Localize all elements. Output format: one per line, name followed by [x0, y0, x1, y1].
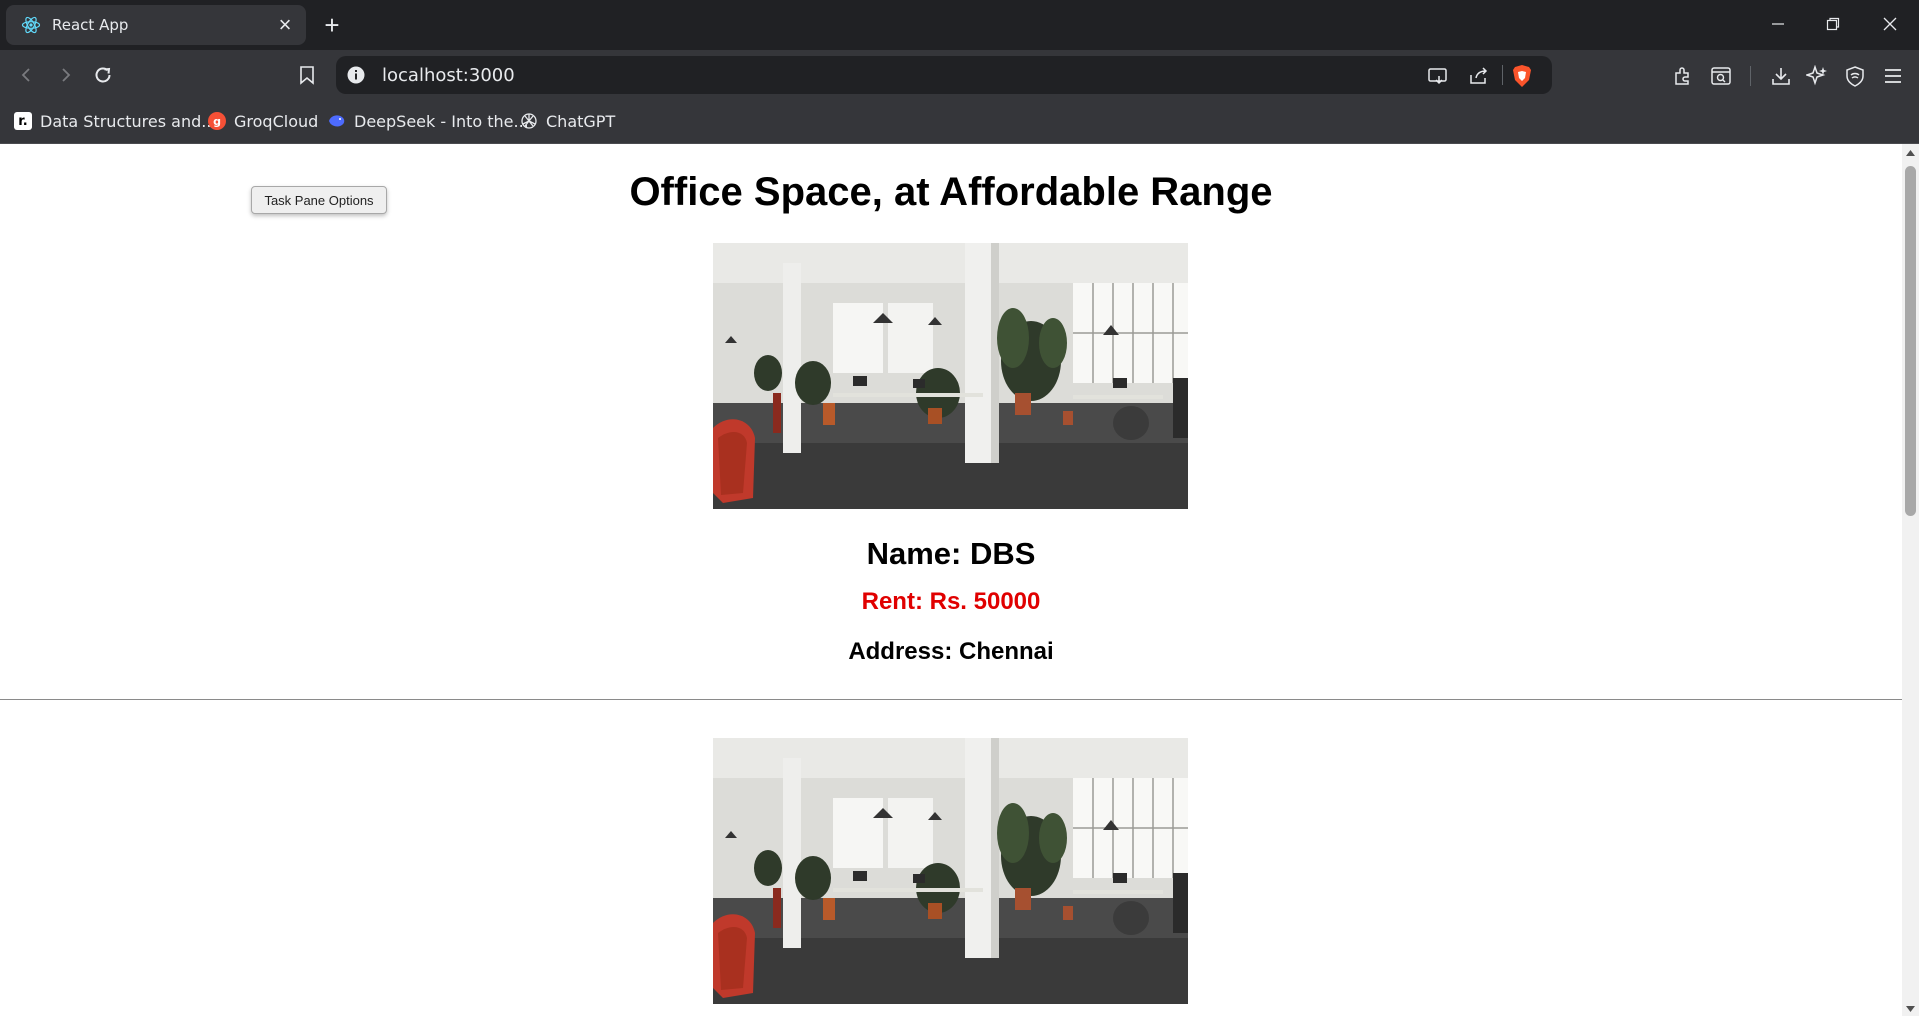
office-divider — [0, 699, 1902, 700]
office-address: Address: Chennai — [848, 638, 1054, 665]
scroll-up-arrow-icon[interactable] — [1902, 146, 1919, 160]
bookmark-label: ChatGPT — [546, 111, 616, 131]
close-tab-icon[interactable]: × — [272, 12, 298, 38]
bookmark-label: GroqCloud — [234, 111, 319, 131]
scrollbar-thumb[interactable] — [1905, 166, 1916, 516]
vertical-scrollbar[interactable] — [1902, 144, 1919, 1016]
share-icon[interactable] — [1467, 64, 1491, 88]
scroll-down-arrow-icon[interactable] — [1902, 1002, 1919, 1016]
toolbar-separator — [1750, 66, 1751, 86]
new-tab-button[interactable]: + — [318, 12, 346, 40]
browser-tab[interactable]: React App × — [6, 5, 306, 45]
office-image — [713, 738, 1188, 1004]
address-bar[interactable]: localhost:3000 — [336, 56, 1552, 94]
site-info-icon[interactable] — [346, 65, 366, 85]
office-rent: Rent: Rs. 50000 — [861, 588, 1041, 615]
page-title: Office Space, at Affordable Range — [629, 170, 1273, 214]
r-logo-icon: r. — [14, 112, 32, 130]
restore-icon[interactable] — [1815, 8, 1851, 40]
bookmark-item[interactable]: g GroqCloud — [208, 108, 318, 134]
sidebar-search-icon[interactable] — [1708, 63, 1734, 89]
extensions-icon[interactable] — [1670, 63, 1696, 89]
bookmark-icon[interactable] — [292, 60, 322, 90]
forward-icon[interactable] — [50, 60, 80, 90]
deepseek-icon — [328, 112, 346, 130]
chatgpt-icon — [520, 112, 538, 130]
vpn-shield-icon[interactable] — [1842, 63, 1868, 89]
react-icon — [20, 14, 42, 36]
tab-title: React App — [52, 16, 129, 34]
reload-icon[interactable] — [88, 60, 118, 90]
office-image — [713, 243, 1188, 509]
omnibox-separator — [1502, 65, 1503, 85]
bookmark-item[interactable]: ChatGPT — [520, 108, 615, 134]
office-name: Name: DBS — [866, 536, 1036, 571]
close-window-icon[interactable] — [1872, 8, 1908, 40]
back-icon[interactable] — [12, 60, 42, 90]
download-icon[interactable] — [1768, 63, 1794, 89]
url-text: localhost:3000 — [382, 65, 515, 86]
page-viewport: Task Pane Options Office Space, at Affor… — [0, 144, 1902, 1016]
cast-icon[interactable] — [1426, 64, 1450, 88]
bookmarks-bar: r. Data Structures and... g GroqCloud De… — [0, 100, 1919, 144]
groq-icon: g — [208, 112, 226, 130]
bookmark-item[interactable]: r. Data Structures and... — [14, 108, 217, 134]
leo-ai-icon[interactable] — [1804, 63, 1830, 89]
bookmark-label: Data Structures and... — [40, 111, 217, 131]
brave-shields-icon[interactable] — [1510, 64, 1534, 88]
bookmark-label: DeepSeek - Into the... — [354, 111, 529, 131]
bookmark-item[interactable]: DeepSeek - Into the... — [328, 108, 529, 134]
minimize-icon[interactable] — [1760, 8, 1796, 40]
menu-icon[interactable] — [1880, 63, 1906, 89]
tab-strip: React App × + — [0, 0, 1919, 50]
